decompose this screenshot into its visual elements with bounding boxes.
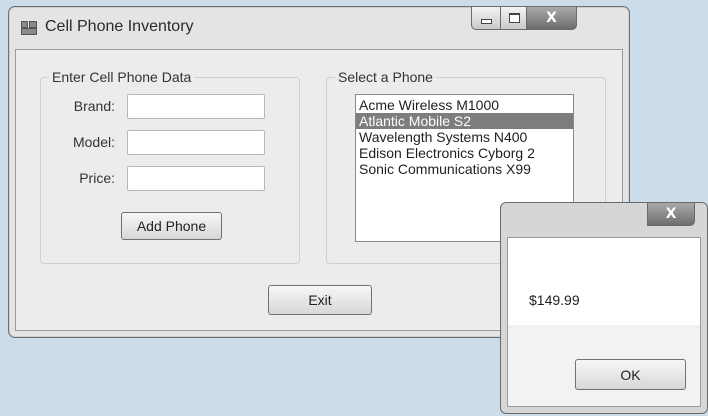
ok-button[interactable]: OK — [575, 359, 686, 390]
message-box: X $149.99 OK — [500, 202, 708, 414]
maximize-button[interactable] — [500, 7, 528, 30]
minimize-icon — [481, 18, 492, 24]
list-item-selected[interactable]: Atlantic Mobile S2 — [356, 113, 573, 129]
close-icon: X — [546, 10, 557, 26]
message-box-content: $149.99 — [508, 238, 700, 325]
exit-button[interactable]: Exit — [268, 285, 372, 315]
price-input[interactable] — [127, 166, 265, 191]
window-app-icon — [21, 21, 37, 35]
brand-label: Brand: — [73, 98, 115, 114]
data-entry-group: Enter Cell Phone Data Brand: Model: Pric… — [40, 69, 300, 264]
window-title: Cell Phone Inventory — [45, 18, 194, 35]
message-box-close-button[interactable]: X — [647, 203, 695, 226]
add-phone-button[interactable]: Add Phone — [121, 212, 222, 240]
list-item[interactable]: Wavelength Systems N400 — [356, 129, 573, 145]
model-label: Model: — [72, 134, 115, 150]
close-icon: X — [665, 206, 677, 222]
brand-input[interactable] — [127, 94, 265, 119]
data-entry-group-title: Enter Cell Phone Data — [49, 69, 195, 85]
phone-select-group-title: Select a Phone — [335, 69, 436, 85]
minimize-button[interactable] — [471, 7, 502, 30]
title-bar[interactable]: Cell Phone Inventory X — [9, 7, 629, 49]
model-input[interactable] — [127, 130, 265, 155]
price-label: Price: — [79, 170, 115, 186]
message-box-client: $149.99 OK — [507, 237, 701, 407]
list-item[interactable]: Acme Wireless M1000 — [356, 97, 573, 113]
maximize-icon — [508, 13, 520, 23]
close-button[interactable]: X — [526, 7, 577, 30]
list-item[interactable]: Edison Electronics Cyborg 2 — [356, 145, 573, 161]
message-text: $149.99 — [529, 292, 580, 308]
list-item[interactable]: Sonic Communications X99 — [356, 161, 573, 177]
